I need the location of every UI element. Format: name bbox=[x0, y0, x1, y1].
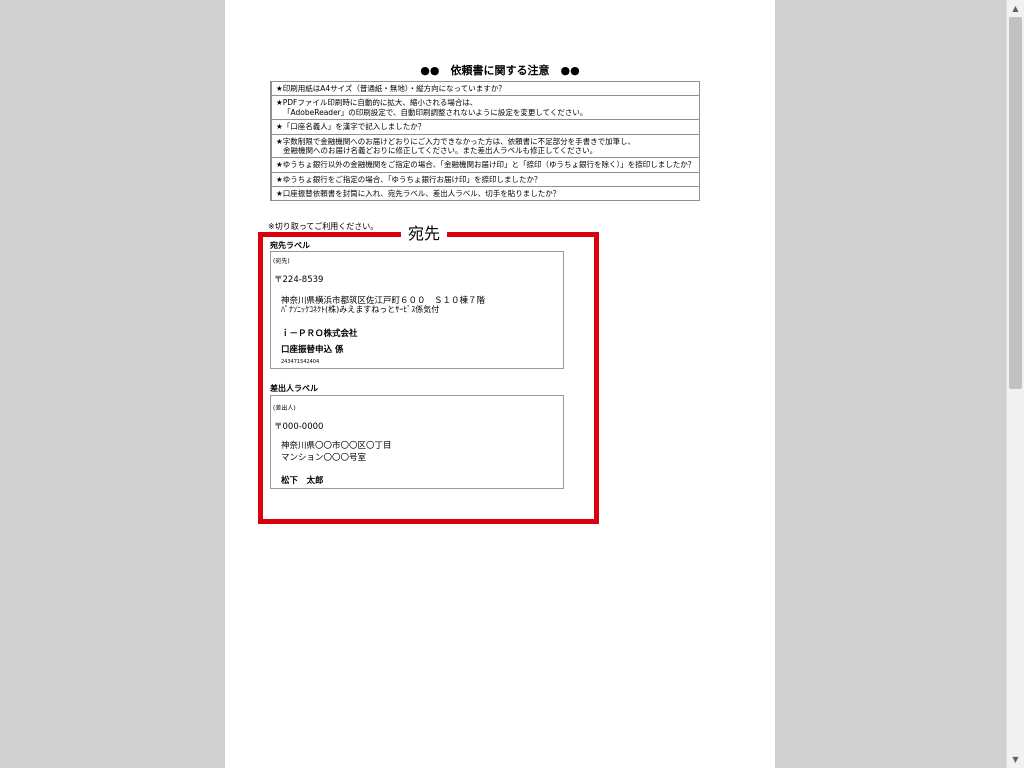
recipient-care-of: ﾊﾟﾅｿﾆｯｸｺﾈｸﾄ(株)みえますねっとｻｰﾋﾞｽ係気付 bbox=[281, 305, 440, 314]
checklist-text: ★PDFファイル印刷時に自動的に拡大、縮小される場合は、 「AdobeReader… bbox=[270, 95, 701, 121]
checklist-line: ★「口座名義人」を漢字で記入しましたか？ bbox=[276, 122, 426, 132]
sender-postal: 〒000-0000 bbox=[274, 422, 324, 432]
scroll-down-arrow-icon[interactable]: ▼ bbox=[1007, 751, 1024, 768]
checklist-text: ★口座振替依頼書を封筒に入れ、宛先ラベル、差出人ラベル、切手を貼りましたか？ bbox=[270, 185, 701, 202]
checklist-text: ★ゆうちょ銀行をご指定の場合、「ゆうちょ銀行お届け印」を捺印しましたか？ bbox=[270, 171, 701, 188]
recipient-code: 243471542404 bbox=[281, 359, 320, 365]
checklist-line: ★字数制限で金融機関へのお届けどおりにご入力できなかった方は、依頼書に不足部分を… bbox=[276, 136, 636, 146]
checklist-line: ★ゆうちょ銀行以外の金融機関をご指定の場合、「金融機関お届け印」と「捺印（ゆうち… bbox=[276, 160, 696, 170]
document-title: ●● 依頼書に関する注意 ●● bbox=[420, 64, 580, 77]
recipient-postal: 〒224-8539 bbox=[274, 275, 324, 285]
checklist-text: ★印刷用紙はA4サイズ（普通紙・無地）・縦方向になっていますか？ bbox=[270, 80, 701, 97]
checklist-text: ★ゆうちょ銀行以外の金融機関をご指定の場合、「金融機関お届け印」と「捺印（ゆうち… bbox=[270, 157, 701, 173]
checklist-line: ★PDFファイル印刷時に自動的に拡大、縮小される場合は、 bbox=[276, 98, 478, 108]
checklist-line: ★口座振替依頼書を封筒に入れ、宛先ラベル、差出人ラベル、切手を貼りましたか？ bbox=[276, 189, 561, 198]
checklist-table: ★印刷用紙はA4サイズ（普通紙・無地）・縦方向になっていますか？ ★PDFファイル… bbox=[270, 80, 701, 202]
checklist-text: ★「口座名義人」を漢字で記入しましたか？ bbox=[270, 119, 701, 135]
pdf-page: ●● 依頼書に関する注意 ●● ★印刷用紙はA4サイズ（普通紙・無地）・縦方向に… bbox=[225, 0, 775, 768]
checklist-row: ★PDFファイル印刷時に自動的に拡大、縮小される場合は、 「AdobeReader… bbox=[270, 95, 701, 121]
checklist-row: ★ゆうちょ銀行をご指定の場合、「ゆうちょ銀行お届け印」を捺印しましたか？ bbox=[270, 171, 701, 188]
checklist-line: ★印刷用紙はA4サイズ（普通紙・無地）・縦方向になっていますか？ bbox=[276, 84, 506, 93]
sender-name: 松下 太郎 bbox=[281, 476, 324, 486]
sender-tag: (差出人) bbox=[273, 405, 296, 412]
checklist-line: 金融機関へのお届け名義どおりに修正してください。また差出人ラベルも修正してくださ… bbox=[283, 145, 598, 155]
recipient-tag: (宛先) bbox=[273, 258, 290, 265]
frame-title: 宛先 bbox=[401, 224, 448, 244]
sender-label-box: (差出人) 〒000-0000 神奈川県〇〇市〇〇区〇丁目 マンション〇〇〇号室… bbox=[270, 395, 564, 489]
checklist-text: ★字数制限で金融機関へのお届けどおりにご入力できなかった方は、依頼書に不足部分を… bbox=[270, 133, 701, 159]
sender-label-heading: 差出人ラベル bbox=[270, 384, 318, 393]
checklist-row: ★「口座名義人」を漢字で記入しましたか？ bbox=[270, 119, 701, 135]
recipient-label-heading: 宛先ラベル bbox=[270, 241, 310, 250]
recipient-label-box: (宛先) 〒224-8539 神奈川県横浜市都筑区佐江戸町６００ Ｓ１０棟７階 … bbox=[270, 251, 564, 369]
recipient-company: ｉ－ＰＲＯ株式会社 bbox=[281, 329, 358, 339]
checklist-row: ★ゆうちょ銀行以外の金融機関をご指定の場合、「金融機関お届け印」と「捺印（ゆうち… bbox=[270, 157, 701, 173]
checklist-line: ★ゆうちょ銀行をご指定の場合、「ゆうちょ銀行お届け印」を捺印しましたか？ bbox=[276, 174, 542, 184]
cut-note: ※切り取ってご利用ください。 bbox=[268, 222, 379, 231]
checklist-row: ★字数制限で金融機関へのお届けどおりにご入力できなかった方は、依頼書に不足部分を… bbox=[270, 133, 701, 159]
scroll-up-arrow-icon[interactable]: ▲ bbox=[1007, 0, 1024, 17]
checklist-row: ★印刷用紙はA4サイズ（普通紙・無地）・縦方向になっていますか？ bbox=[270, 80, 701, 97]
recipient-department: 口座振替申込 係 bbox=[281, 345, 344, 355]
checklist-line: 「AdobeReader」の印刷設定で、自動印刷調整されないように設定を変更して… bbox=[283, 107, 588, 117]
checklist-row: ★口座振替依頼書を封筒に入れ、宛先ラベル、差出人ラベル、切手を貼りましたか？ bbox=[270, 185, 701, 202]
sender-building: マンション〇〇〇号室 bbox=[281, 453, 367, 463]
sender-address: 神奈川県〇〇市〇〇区〇丁目 bbox=[281, 441, 392, 451]
scroll-thumb[interactable] bbox=[1009, 17, 1022, 389]
vertical-scrollbar[interactable]: ▲ ▼ bbox=[1006, 0, 1024, 768]
